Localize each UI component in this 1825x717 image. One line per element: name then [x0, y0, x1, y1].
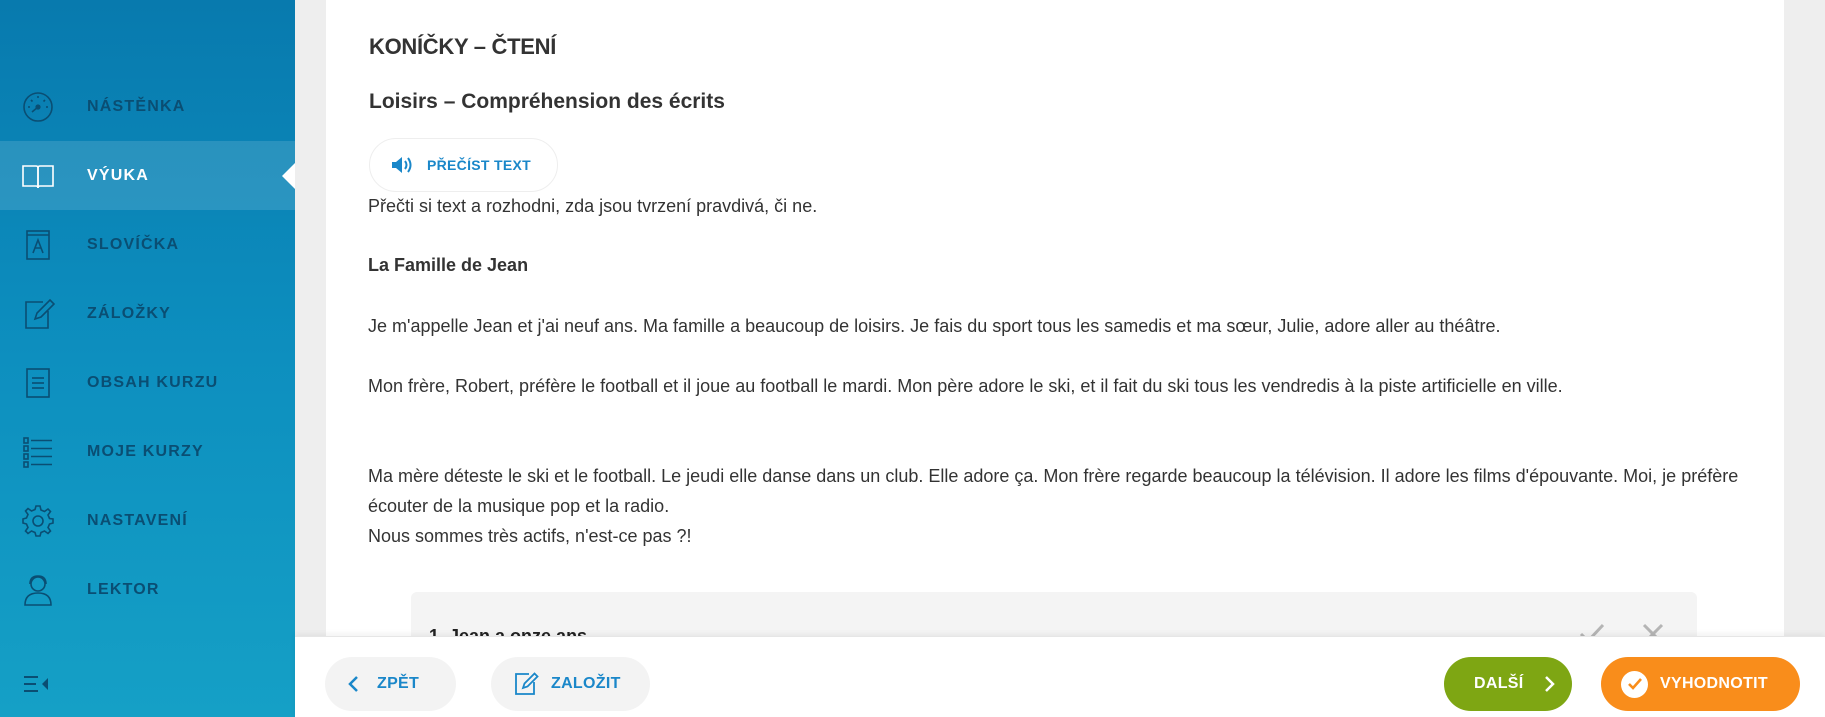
sidebar-item-label: VÝUKA [87, 166, 150, 184]
sidebar-item-vocabulary[interactable]: SLOVÍČKA [0, 210, 295, 279]
course-content-icon [19, 364, 57, 402]
reading-paragraph: Mon frère, Robert, préfère le football e… [368, 376, 1563, 396]
check-circle-icon [1621, 670, 1648, 698]
bookmark-label: ZALOŽIT [551, 675, 621, 692]
page-title: KONÍČKY – ČTENÍ [369, 34, 557, 59]
sidebar-item-label: MOJE KURZY [87, 442, 204, 460]
bottom-action-bar: ZPĚT ZALOŽIT DALŠÍ VYHODNOTIT [295, 636, 1825, 717]
page-subtitle: Loisirs – Compréhension des écrits [369, 90, 725, 113]
sidebar-item-label: NÁSTĚNKA [87, 97, 186, 115]
back-button[interactable]: ZPĚT [325, 657, 456, 711]
reading-paragraph-line: Ma mère déteste le ski et le football. L… [368, 466, 1739, 516]
back-label: ZPĚT [377, 675, 420, 692]
instruction-text: Přečti si text a rozhodni, zda jsou tvrz… [368, 196, 818, 216]
chevron-left-icon [348, 676, 358, 692]
sidebar: NÁSTĚNKA VÝUKA SLOVÍČKA ZÁLOŽKY OBSAH KU… [0, 0, 295, 717]
gear-icon [19, 502, 57, 540]
sidebar-item-settings[interactable]: NASTAVENÍ [0, 486, 295, 555]
reading-paragraph: Je m'appelle Jean et j'ai neuf ans. Ma f… [368, 316, 1501, 336]
sidebar-item-label: NASTAVENÍ [87, 511, 188, 529]
sidebar-item-my-courses[interactable]: MOJE KURZY [0, 417, 295, 486]
collapse-menu-icon[interactable] [22, 672, 52, 696]
sidebar-item-label: ZÁLOŽKY [87, 304, 171, 322]
my-courses-icon [19, 433, 57, 471]
read-text-button[interactable]: PŘEČÍST TEXT [369, 138, 558, 192]
sidebar-item-label: OBSAH KURZU [87, 373, 219, 391]
chevron-right-icon [1544, 676, 1555, 692]
sidebar-item-dashboard[interactable]: NÁSTĚNKA [0, 72, 295, 141]
next-label: DALŠÍ [1474, 675, 1524, 692]
lesson-card: KONÍČKY – ČTENÍ Loisirs – Compréhension … [326, 0, 1784, 652]
bookmark-edit-icon [19, 295, 57, 333]
sidebar-item-course-content[interactable]: OBSAH KURZU [0, 348, 295, 417]
text-heading: La Famille de Jean [368, 255, 529, 275]
sidebar-item-tutor[interactable]: LEKTOR [0, 555, 295, 624]
bookmark-edit-icon [515, 672, 539, 695]
reading-paragraph-line: Nous sommes très actifs, n'est-ce pas ?! [368, 526, 692, 546]
sidebar-nav: NÁSTĚNKA VÝUKA SLOVÍČKA ZÁLOŽKY OBSAH KU… [0, 72, 295, 624]
bookmark-button[interactable]: ZALOŽIT [491, 657, 650, 711]
vocabulary-icon [19, 226, 57, 264]
sidebar-item-lessons[interactable]: VÝUKA [0, 141, 295, 210]
read-text-label: PŘEČÍST TEXT [427, 157, 531, 173]
evaluate-label: VYHODNOTIT [1660, 675, 1768, 692]
dashboard-icon [19, 88, 57, 126]
speaker-icon [392, 157, 412, 173]
tutor-icon [19, 571, 57, 609]
reading-paragraph: Ma mère déteste le ski et le football. L… [368, 461, 1773, 551]
next-button[interactable]: DALŠÍ [1444, 657, 1572, 711]
sidebar-item-bookmarks[interactable]: ZÁLOŽKY [0, 279, 295, 348]
sidebar-item-label: SLOVÍČKA [87, 235, 180, 253]
evaluate-button[interactable]: VYHODNOTIT [1601, 657, 1800, 711]
book-icon [19, 157, 57, 195]
sidebar-item-label: LEKTOR [87, 580, 160, 598]
